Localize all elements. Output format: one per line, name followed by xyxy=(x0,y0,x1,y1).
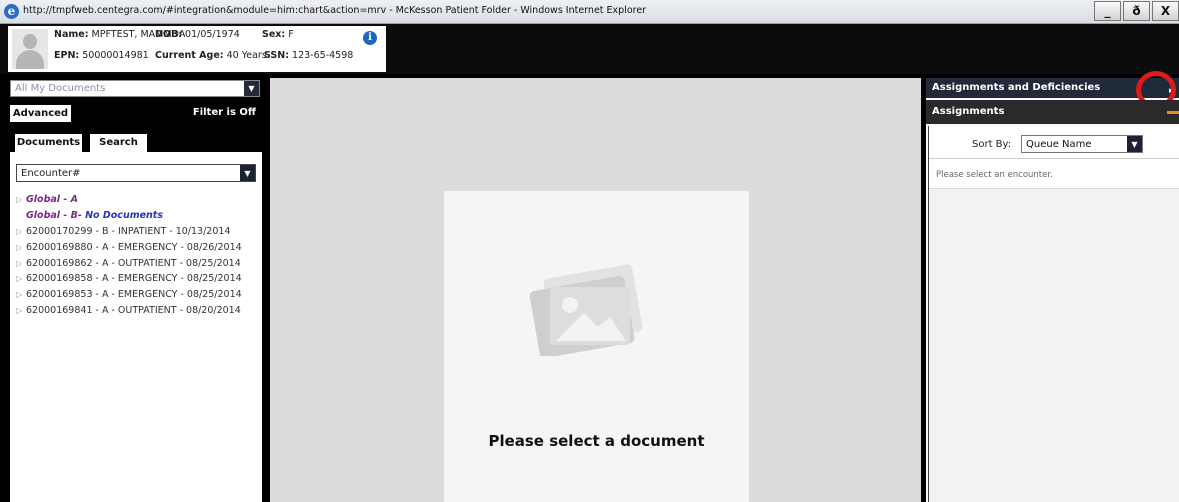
assignments-panel: Assignments and Deficiencies ▸▸ Assignme… xyxy=(926,71,1179,502)
sort-by-select[interactable]: Queue Name ▼ xyxy=(1021,135,1143,153)
window-controls: _ ð X xyxy=(1092,1,1179,21)
document-tree-area: Encounter# ▼ ▷ Global - A Global - B - N… xyxy=(10,152,262,502)
expand-triangle-icon[interactable]: ▷ xyxy=(16,274,26,283)
window-titlebar: e http://tmpfweb.centegra.com/#integrati… xyxy=(0,0,1179,24)
document-tree: ▷ Global - A Global - B - No Documents ▷… xyxy=(16,192,260,318)
assignments-section-header[interactable]: Assignments xyxy=(926,100,1179,124)
assignments-body: Sort By: Queue Name ▼ Please select an e… xyxy=(928,126,1179,502)
patient-dob: 01/05/1974 xyxy=(185,29,240,40)
patient-age: 40 Years xyxy=(226,50,267,61)
document-filter-select[interactable]: All My Documents ▼ xyxy=(10,80,260,97)
minimize-button[interactable]: _ xyxy=(1094,1,1121,21)
empty-document-placeholder: Please select a document xyxy=(444,191,749,502)
tab-documents[interactable]: Documents xyxy=(15,134,82,154)
close-button[interactable]: X xyxy=(1152,1,1179,21)
tree-item-encounter[interactable]: ▷ 62000169858 - A - EMERGENCY - 08/25/20… xyxy=(16,271,260,287)
tree-item-global-b[interactable]: Global - B - No Documents xyxy=(16,208,260,224)
expand-triangle-icon[interactable]: ▷ xyxy=(16,195,26,204)
group-by-value: Encounter# xyxy=(21,168,81,179)
expand-triangle-icon[interactable]: ▷ xyxy=(16,227,26,236)
tree-item-encounter[interactable]: ▷ 62000169880 - A - EMERGENCY - 08/26/20… xyxy=(16,239,260,255)
image-placeholder-icon xyxy=(529,264,643,356)
collapse-section-icon[interactable] xyxy=(1167,111,1179,114)
assignments-section-title: Assignments xyxy=(932,106,1005,117)
group-by-select[interactable]: Encounter# ▼ xyxy=(16,164,256,182)
restore-button[interactable]: ð xyxy=(1123,1,1150,21)
assignments-panel-title: Assignments and Deficiencies xyxy=(932,82,1101,93)
advanced-button[interactable]: Advanced xyxy=(10,105,71,122)
tree-item-encounter[interactable]: ▷ 62000169862 - A - OUTPATIENT - 08/25/2… xyxy=(16,255,260,271)
document-viewer: Please select a document xyxy=(270,78,921,502)
expand-triangle-icon[interactable]: ▷ xyxy=(16,290,26,299)
patient-sex: F xyxy=(288,29,294,40)
document-filter-value: All My Documents xyxy=(15,83,106,94)
patient-epn: 50000014981 xyxy=(82,50,149,61)
sort-by-label: Sort By: xyxy=(972,139,1012,150)
tab-search[interactable]: Search xyxy=(90,134,147,152)
select-encounter-message: Please select an encounter. xyxy=(936,170,1053,180)
chevron-down-icon[interactable]: ▼ xyxy=(240,165,255,181)
internet-explorer-icon: e xyxy=(4,4,19,19)
patient-ssn-field: SSN: 123-65-4598 xyxy=(264,50,354,61)
assignments-panel-header: Assignments and Deficiencies ▸▸ xyxy=(926,71,1179,109)
tree-item-encounter[interactable]: ▷ 62000169853 - A - EMERGENCY - 08/25/20… xyxy=(16,287,260,303)
patient-sex-field: Sex: F xyxy=(262,29,294,40)
patient-card: Name: MPFTEST, MAMMOA DOB: 01/05/1974 Se… xyxy=(8,26,386,72)
window-title: http://tmpfweb.centegra.com/#integration… xyxy=(23,5,647,16)
select-document-message: Please select a document xyxy=(488,432,705,450)
documents-panel: All My Documents ▼ Advanced Filter is Of… xyxy=(8,78,262,502)
chevron-down-icon[interactable]: ▼ xyxy=(1127,136,1142,152)
patient-age-field: Current Age: 40 Years xyxy=(155,50,267,61)
patient-epn-field: EPN: 50000014981 xyxy=(54,50,149,61)
info-icon[interactable]: i xyxy=(363,31,377,45)
expand-triangle-icon[interactable]: ▷ xyxy=(16,306,26,315)
chevron-down-icon[interactable]: ▼ xyxy=(244,81,259,96)
patient-dob-field: DOB: 01/05/1974 xyxy=(155,29,240,40)
assignments-list-area xyxy=(929,189,1179,502)
expand-triangle-icon[interactable]: ▷ xyxy=(16,259,26,268)
patient-banner: Name: MPFTEST, MAMMOA DOB: 01/05/1974 Se… xyxy=(0,24,1179,74)
patient-avatar xyxy=(12,29,48,69)
filter-status: Filter is Off xyxy=(192,107,256,118)
tree-item-encounter[interactable]: ▷ 62000170299 - B - INPATIENT - 10/13/20… xyxy=(16,224,260,240)
sort-by-value: Queue Name xyxy=(1026,139,1092,150)
patient-ssn: 123-65-4598 xyxy=(292,50,354,61)
tree-item-encounter[interactable]: ▷ 62000169841 - A - OUTPATIENT - 08/20/2… xyxy=(16,303,260,319)
expand-triangle-icon[interactable]: ▷ xyxy=(16,243,26,252)
tree-item-global-a[interactable]: ▷ Global - A xyxy=(16,192,260,208)
